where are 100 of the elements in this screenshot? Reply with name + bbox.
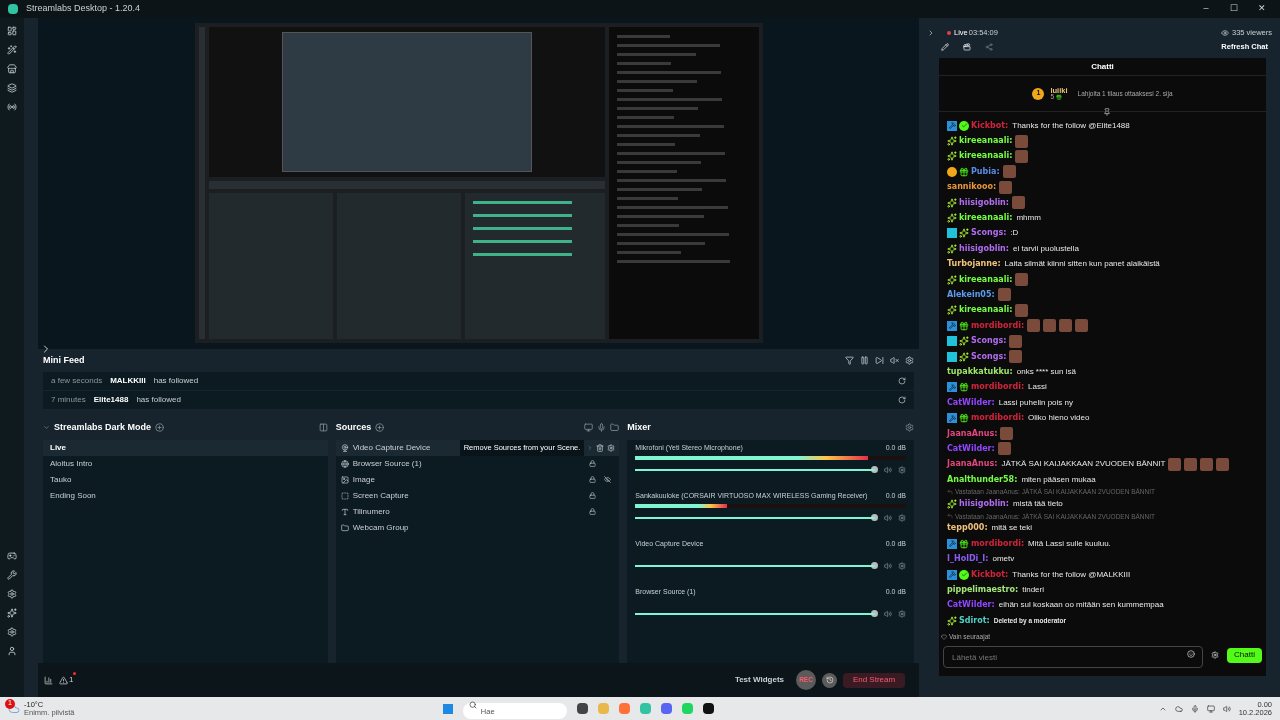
chat-username[interactable]: I_HolDi_I:	[947, 553, 989, 566]
mute-icon[interactable]	[890, 356, 899, 366]
source-item[interactable]: Browser Source (1)	[335, 455, 620, 472]
source-item[interactable]: Screen Capture	[335, 487, 620, 504]
chat-username[interactable]: CatWilder:	[947, 442, 995, 455]
speaker-icon[interactable]	[1222, 704, 1231, 713]
microphone-icon[interactable]	[597, 423, 607, 433]
layout-icon[interactable]	[318, 423, 328, 433]
volume-slider[interactable]	[635, 561, 878, 570]
source-item[interactable]: Webcam Group	[335, 519, 620, 536]
repeat-icon[interactable]	[898, 376, 906, 385]
speaker-icon[interactable]	[884, 561, 892, 570]
user-icon[interactable]	[7, 646, 17, 656]
chat-username[interactable]: Sdirot:	[959, 614, 990, 627]
scene-item[interactable]: Ending Soon	[43, 487, 328, 504]
chat-username[interactable]: CatWilder:	[947, 599, 995, 612]
layers-icon[interactable]	[7, 83, 17, 93]
scene-item[interactable]: Live	[43, 439, 328, 456]
lock-icon[interactable]	[589, 476, 597, 484]
chat-username[interactable]: tepp000:	[947, 522, 988, 535]
settings-icon[interactable]	[898, 465, 906, 474]
hidden-icon[interactable]	[603, 476, 611, 484]
test-widgets-button[interactable]: Test Widgets	[734, 674, 784, 687]
cloud-icon[interactable]	[1174, 704, 1183, 713]
settings-icon[interactable]	[607, 443, 616, 452]
collapse-icon[interactable]	[927, 29, 935, 37]
scene-item[interactable]: Aloitus Intro	[43, 455, 328, 472]
chat-username[interactable]: sannikooo:	[947, 181, 997, 194]
replay-button[interactable]	[822, 672, 837, 688]
lock-icon[interactable]	[589, 508, 597, 516]
microphone-icon[interactable]	[1190, 704, 1199, 713]
skip-icon[interactable]	[875, 356, 884, 366]
chat-username[interactable]: Pubia:	[971, 165, 1000, 178]
lock-icon[interactable]	[589, 460, 597, 468]
chat-username[interactable]: mordibordi:	[971, 412, 1025, 425]
settings-icon[interactable]	[905, 423, 914, 433]
settings-icon[interactable]	[898, 609, 906, 618]
add-icon[interactable]	[375, 423, 385, 433]
chat-username[interactable]: Kickbot:	[971, 119, 1009, 132]
lock-icon[interactable]	[589, 492, 597, 500]
volume-slider[interactable]	[635, 513, 878, 522]
wrench-icon[interactable]	[7, 570, 17, 580]
window-control[interactable]: –	[1196, 2, 1216, 16]
chat-username[interactable]: Turbojanne:	[947, 258, 1001, 271]
chat-username[interactable]: mordibordi:	[971, 381, 1025, 394]
chat-username[interactable]: JaanaAnus:	[947, 458, 998, 471]
monitor-icon[interactable]	[584, 423, 594, 433]
settings-icon[interactable]	[898, 513, 906, 522]
gamepad-icon[interactable]	[7, 551, 17, 561]
chat-username[interactable]: kireeanaali:	[959, 212, 1013, 225]
pencil-icon[interactable]	[941, 43, 949, 51]
chat-username[interactable]: hiisigoblin:	[959, 196, 1009, 209]
window-control[interactable]: ✕	[1252, 2, 1272, 16]
chat-username[interactable]: Analthunder58:	[947, 473, 1018, 486]
chat-username[interactable]: mordibordi:	[971, 319, 1025, 332]
chat-username[interactable]: Scongs:	[971, 335, 1007, 348]
chat-username[interactable]: kireeanaali:	[959, 135, 1013, 148]
volume-slider[interactable]	[635, 465, 878, 474]
repeat-icon[interactable]	[898, 395, 906, 404]
settings-icon[interactable]	[7, 589, 17, 599]
chat-username[interactable]: Alekein05:	[947, 289, 995, 301]
chat-username[interactable]: hiisigoblin:	[959, 498, 1009, 511]
settings-icon[interactable]	[898, 561, 906, 570]
end-stream-button[interactable]: End Stream	[843, 672, 905, 688]
chat-username[interactable]: Scongs:	[971, 350, 1007, 363]
pause-icon[interactable]	[860, 356, 869, 366]
speaker-icon[interactable]	[884, 513, 892, 522]
source-item[interactable]: Tilinumero	[335, 503, 620, 520]
add-icon[interactable]	[155, 423, 165, 433]
dashboard-icon[interactable]	[7, 26, 17, 36]
speaker-icon[interactable]	[884, 609, 892, 618]
share-icon[interactable]	[985, 43, 993, 51]
wand-icon[interactable]	[7, 45, 17, 55]
chat-username[interactable]: hiisigoblin:	[959, 242, 1009, 255]
store-icon[interactable]	[7, 64, 17, 74]
source-item[interactable]: Image	[335, 471, 620, 488]
windows-start-icon[interactable]	[442, 703, 453, 714]
broadcast-icon[interactable]	[7, 102, 17, 112]
stats-icon[interactable]	[44, 675, 53, 685]
filter-icon[interactable]	[845, 356, 854, 366]
settings-icon[interactable]	[7, 627, 17, 637]
collapse-icon[interactable]	[43, 424, 50, 432]
chat-username[interactable]: Kickbot:	[971, 568, 1009, 581]
alert-icon[interactable]	[59, 675, 68, 685]
settings-icon[interactable]	[905, 356, 914, 366]
chat-username[interactable]: kireeanaali:	[959, 150, 1013, 163]
chat-username[interactable]: pippelimaestro:	[947, 584, 1019, 596]
pin-icon[interactable]	[1102, 108, 1111, 116]
sparkle-icon[interactable]	[7, 608, 17, 618]
chat-username[interactable]: kireeanaali:	[959, 273, 1013, 286]
chat-username[interactable]: Scongs:	[971, 227, 1007, 240]
scene-item[interactable]: Tauko	[43, 471, 328, 488]
emoji-icon[interactable]	[1187, 649, 1196, 658]
chat-username[interactable]: CatWilder:	[947, 396, 995, 409]
chat-username[interactable]: JaanaAnus:	[947, 427, 998, 440]
window-control[interactable]: ☐	[1224, 2, 1244, 16]
send-button[interactable]: Chatti	[1227, 647, 1262, 663]
chat-username[interactable]: mordibordi:	[971, 537, 1025, 550]
volume-slider[interactable]	[635, 609, 878, 618]
chat-username[interactable]: kireeanaali:	[959, 304, 1013, 317]
